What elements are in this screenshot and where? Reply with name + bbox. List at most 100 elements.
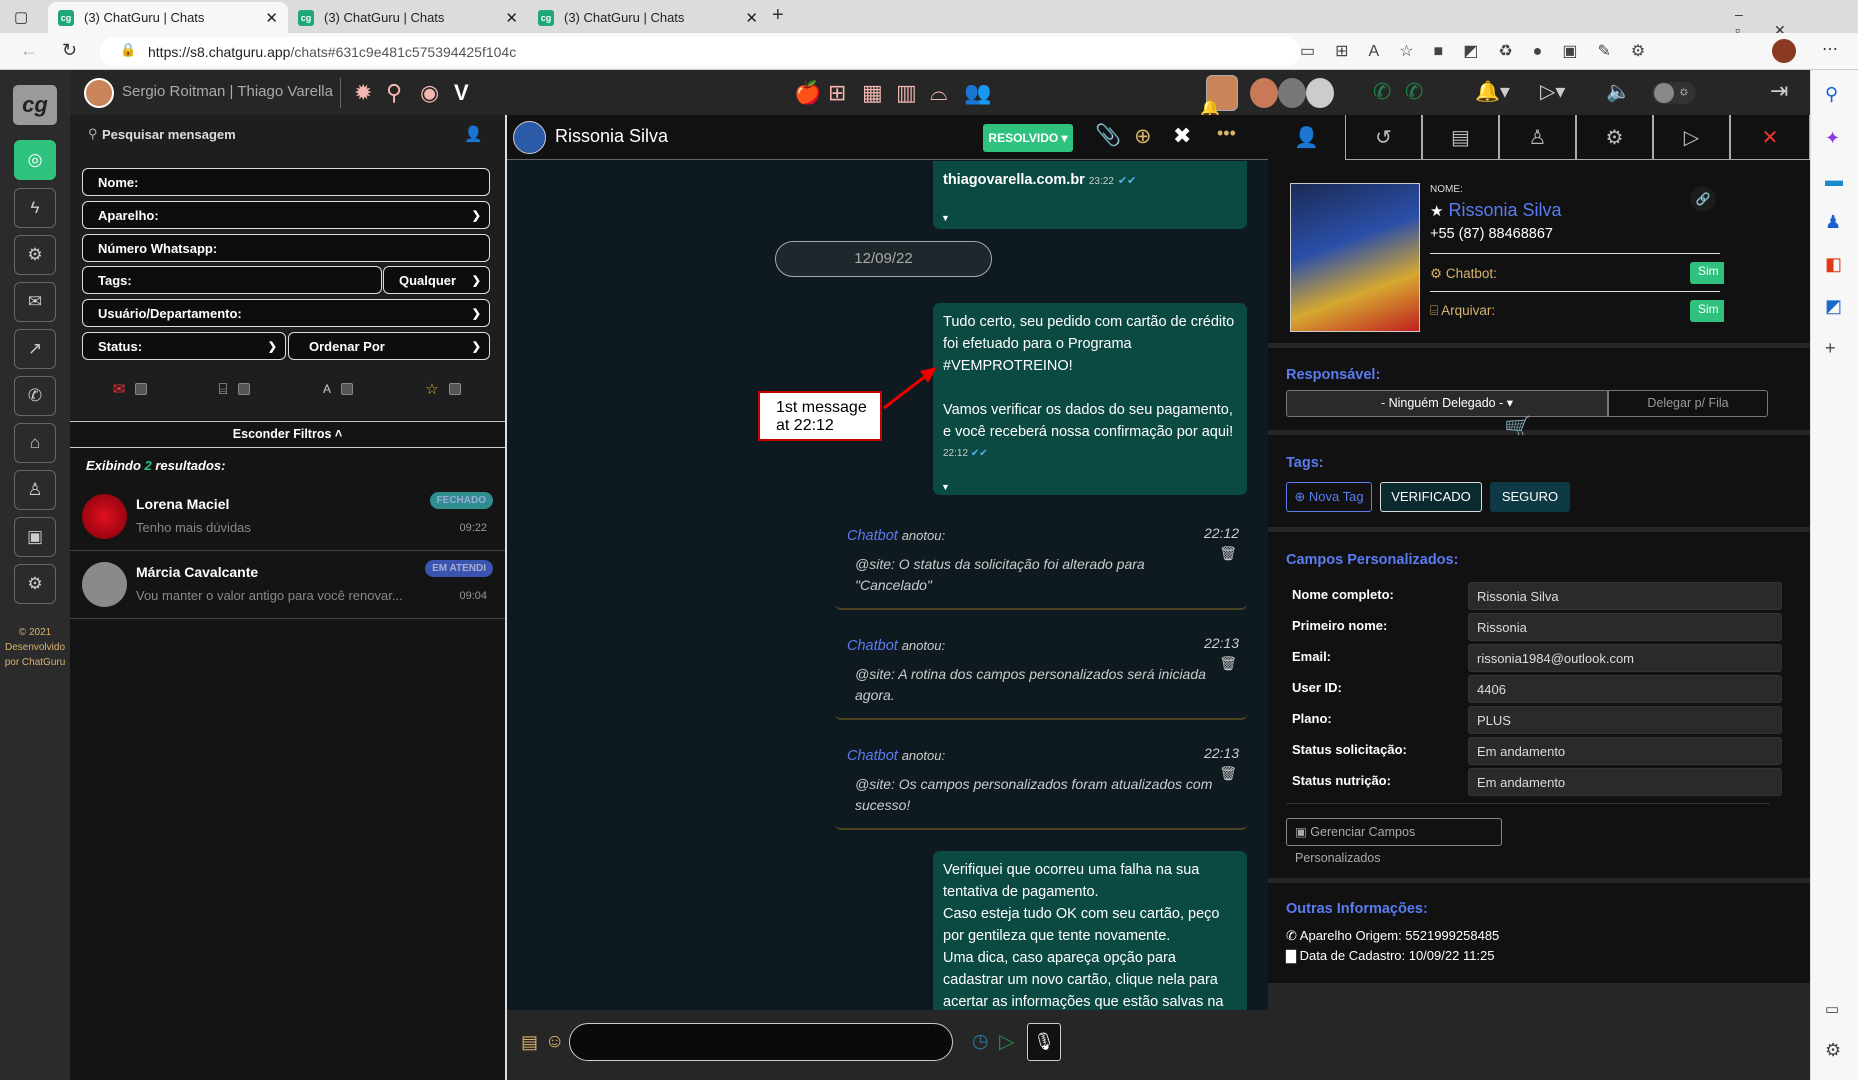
checkbox[interactable] (135, 383, 148, 395)
message-menu-caret-icon[interactable]: ▼ (941, 207, 950, 229)
apple-calculator-icon[interactable]: 🍎 (794, 80, 821, 106)
microphone-button[interactable]: 🎙 (1027, 1023, 1061, 1061)
manage-custom-fields-button[interactable]: ▣ Gerenciar Campos Personalizados (1286, 818, 1502, 865)
back-icon[interactable]: ← (20, 40, 38, 61)
checkbox[interactable] (237, 383, 250, 395)
rail-chart-icon[interactable]: ↗ (14, 329, 56, 369)
rail-phone-icon[interactable]: ✆ (14, 376, 56, 416)
notifications-dropdown-icon[interactable]: 🔔▾ (1475, 79, 1510, 104)
schedule-icon[interactable]: ◷ (972, 1030, 989, 1053)
custom-field-value[interactable]: Em andamento (1468, 737, 1782, 765)
close-tab-icon[interactable]: ✕ (745, 9, 758, 27)
settings-icon[interactable]: ⚙ (1825, 1040, 1841, 1061)
order-by-select[interactable]: Ordenar Por ❯ (288, 332, 490, 360)
fullscreen-icon[interactable]: ✖ (1173, 123, 1191, 149)
whatsapp-icon-2[interactable]: ✆ (1405, 79, 1423, 105)
logout-icon[interactable]: ⇥ (1770, 78, 1788, 104)
custom-field-value[interactable]: Rissonia Silva (1468, 582, 1782, 610)
add-icon[interactable]: + (1825, 338, 1836, 359)
tag-chip[interactable]: VERIFICADO (1380, 482, 1482, 512)
filter-nome-input[interactable]: Nome: (82, 168, 490, 196)
office-icon[interactable]: ◧ (1825, 254, 1842, 275)
close-panel-icon[interactable]: ✕ (1730, 115, 1810, 160)
filter-broadcast-toggle[interactable]: A (313, 370, 363, 408)
filter-tags-input[interactable]: Tags: (82, 266, 382, 294)
close-tab-icon[interactable]: ✕ (505, 9, 518, 27)
more-options-icon[interactable]: ••• (1217, 123, 1236, 144)
send-icon[interactable]: ▷ (999, 1029, 1014, 1054)
inbox-icon[interactable]: ⌓ (930, 80, 947, 106)
rail-tag-icon[interactable]: ⌂ (14, 423, 56, 463)
tab-play-icon[interactable]: ▷ (1653, 115, 1730, 160)
custom-field-value[interactable]: PLUS (1468, 706, 1782, 734)
agent-avatar-2[interactable] (1250, 78, 1278, 108)
tools-icon[interactable]: ▬ (1825, 170, 1843, 191)
custom-field-value[interactable]: 4406 (1468, 675, 1782, 703)
reload-icon[interactable]: ↻ (62, 40, 77, 61)
rail-mail-icon[interactable]: ✉ (14, 282, 56, 322)
checkbox[interactable] (448, 383, 461, 395)
filter-tags-mode-select[interactable]: Qualquer ❯ (383, 266, 490, 294)
tab-history-icon[interactable]: ↺ (1345, 115, 1422, 160)
bar-chart-icon[interactable]: ▥ (896, 80, 917, 106)
checkbox[interactable] (341, 383, 353, 395)
attach-icon[interactable]: 📎 (1095, 124, 1121, 148)
rail-robot-icon[interactable]: ⚙ (14, 235, 56, 275)
chatbot-toggle[interactable]: Sim (1690, 262, 1728, 284)
contact-name[interactable]: ★ Rissonia Silva (1430, 200, 1562, 221)
custom-field-value[interactable]: Rissonia (1468, 613, 1782, 641)
message-input[interactable] (569, 1023, 953, 1061)
sidebar-toggle-icon[interactable]: ▭ (1825, 1000, 1839, 1018)
tab-bot-icon[interactable]: ⚙ (1576, 115, 1653, 160)
add-contact-icon[interactable]: 👤 (464, 125, 483, 143)
star-icon[interactable]: ★ (1430, 203, 1443, 220)
agent-avatar-3[interactable] (1278, 78, 1306, 108)
trash-icon[interactable]: 🗑 (1219, 545, 1237, 562)
browser-tab-1[interactable]: cg (3) ChatGuru | Chats ✕ (48, 2, 288, 33)
browser-extension-icons[interactable]: ▭⊞A☆■◩♻●▣✎⚙ (1300, 41, 1665, 61)
delegate-queue-button[interactable]: Delegar p/ Fila (1608, 390, 1768, 417)
search-icon[interactable]: ⚲ (1825, 84, 1838, 105)
agent-avatar-4[interactable] (1306, 78, 1334, 108)
filter-favorite-toggle[interactable]: ☆ (418, 370, 468, 408)
rail-flash-icon[interactable]: ϟ (14, 188, 56, 228)
status-dropdown-button[interactable]: RESOLVIDO ▾ (983, 124, 1073, 152)
url-input[interactable]: 🔒 https://s8.chatguru.app/chats#631c9e48… (100, 37, 1300, 66)
mail-icon[interactable]: ◉ (420, 80, 439, 106)
filter-numero-input[interactable]: Número Whatsapp: (82, 234, 490, 262)
add-screen-icon[interactable]: ⊞ (828, 80, 846, 106)
tab-assign-user-icon[interactable]: ♙ (1499, 115, 1576, 160)
more-icon[interactable]: ⋯ (1822, 39, 1838, 59)
rail-user-icon[interactable]: ♙ (14, 470, 56, 510)
v-logo-icon[interactable]: V (454, 80, 469, 106)
hide-filters-button[interactable]: Esconder Filtros ˄ (70, 421, 505, 448)
contact-avatar[interactable] (513, 121, 546, 154)
copilot-icon[interactable]: ✦ (1825, 128, 1840, 149)
filter-aparelho-select[interactable]: Aparelho: ❯ (82, 201, 490, 229)
close-tab-icon[interactable]: ✕ (265, 9, 278, 27)
custom-field-value[interactable]: rissonia1984@outlook.com (1468, 644, 1782, 672)
emoji-icon[interactable]: ☺ (545, 1031, 564, 1053)
tab-actions-icon[interactable]: ▢ (14, 8, 28, 26)
filter-status-select[interactable]: Status: ❯ (82, 332, 286, 360)
profile-avatar[interactable] (1772, 39, 1796, 63)
filter-unread-toggle[interactable]: ✉ (105, 370, 155, 408)
send-dropdown-icon[interactable]: ▷▾ (1540, 79, 1565, 104)
contact-name[interactable]: Rissonia Silva (555, 126, 668, 147)
link-icon[interactable]: 🔗 (1690, 186, 1716, 212)
browser-tab-2[interactable]: cg (3) ChatGuru | Chats ✕ (288, 2, 528, 33)
tab-contact-icon[interactable]: 👤 (1268, 115, 1345, 160)
search-icon[interactable]: ⚲ (386, 80, 402, 106)
chat-list-item[interactable]: Lorena Maciel Tenho mais dúvidas FECHADO… (70, 483, 505, 551)
message-search-input[interactable]: Pesquisar mensagem (102, 127, 236, 142)
notes-icon[interactable]: ▤ (521, 1032, 538, 1053)
whatsapp-icon-1[interactable]: ✆ (1373, 79, 1391, 105)
add-comment-icon[interactable]: ⊕ (1134, 124, 1152, 149)
theme-toggle[interactable]: ☼ (1652, 82, 1696, 104)
tag-chip[interactable]: SEGURO (1490, 482, 1570, 512)
message-menu-caret-icon[interactable]: ▼ (941, 476, 950, 498)
settings-gear-icon[interactable]: ✹ (354, 80, 372, 106)
browser-tab-3[interactable]: cg (3) ChatGuru | Chats ✕ (528, 2, 768, 33)
chat-list-item[interactable]: Márcia Cavalcante Vou manter o valor ant… (70, 551, 505, 619)
filter-usuario-select[interactable]: Usuário/Departamento: ❯ (82, 299, 490, 327)
